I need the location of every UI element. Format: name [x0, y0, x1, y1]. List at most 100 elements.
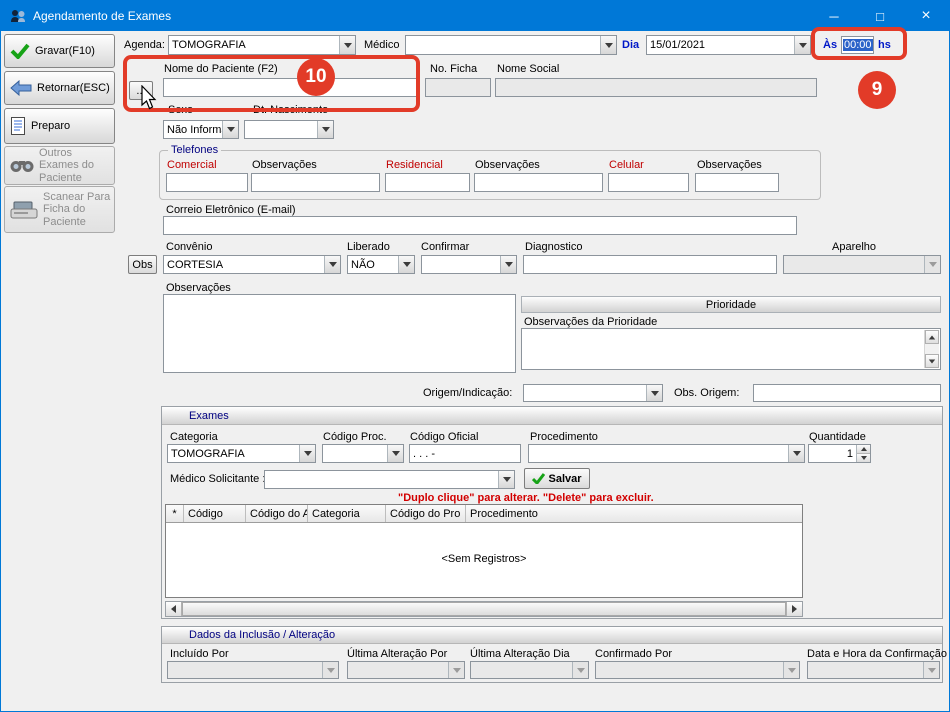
exames-grid[interactable]: * Código Código do A Categoria Código do…: [165, 504, 803, 598]
data-hora-confirmacao-select: [807, 661, 940, 679]
diagnostico-input[interactable]: [523, 255, 777, 274]
comercial-input[interactable]: [166, 173, 248, 192]
scroll-left-icon[interactable]: [166, 602, 182, 616]
quantidade-stepper[interactable]: 1: [808, 444, 871, 463]
chevron-down-icon[interactable]: [299, 445, 315, 462]
salvar-button[interactable]: Salvar: [524, 468, 590, 489]
residencial-input[interactable]: [385, 173, 470, 192]
medico-label: Médico: [364, 39, 399, 51]
maximize-icon: □: [876, 9, 884, 24]
chevron-down-icon[interactable]: [794, 36, 810, 54]
chevron-down-icon[interactable]: [600, 36, 616, 54]
sexo-select[interactable]: Não Informa: [163, 120, 239, 139]
dia-date-select[interactable]: 15/01/2021: [646, 35, 811, 55]
celular-obs-label: Observações: [697, 159, 762, 171]
email-input[interactable]: [163, 216, 797, 235]
chevron-down-icon[interactable]: [646, 385, 662, 401]
procedimento-select[interactable]: [528, 444, 805, 463]
categoria-label: Categoria: [170, 431, 218, 443]
liberado-select[interactable]: NÃO: [347, 255, 415, 274]
chevron-down-icon[interactable]: [317, 121, 333, 138]
mouse-cursor: [141, 85, 159, 111]
preparo-button-label: Preparo: [31, 120, 70, 133]
outros-exames-button[interactable]: Outros Exames do Paciente: [4, 146, 115, 185]
confirmar-select[interactable]: [421, 255, 517, 274]
retornar-button[interactable]: Retornar(ESC): [4, 71, 115, 105]
gravar-button-label: Gravar(F10): [35, 45, 95, 58]
comercial-label: Comercial: [167, 159, 217, 171]
prioridade-obs-label: Observações da Prioridade: [524, 316, 657, 328]
codigo-oficial-input[interactable]: . . . -: [409, 444, 521, 463]
codigo-proc-select[interactable]: [322, 444, 404, 463]
medico-select-value: [406, 36, 600, 54]
medico-select[interactable]: [405, 35, 617, 55]
prioridade-obs-textarea[interactable]: [521, 328, 941, 370]
medico-solicitante-label: Médico Solicitante :: [170, 473, 265, 485]
confirmar-label: Confirmar: [421, 241, 469, 253]
ultima-alteracao-por-select: [347, 661, 465, 679]
scroll-right-icon[interactable]: [786, 602, 802, 616]
obs-button[interactable]: Obs: [128, 255, 157, 274]
annotation-badge-9-number: 9: [872, 79, 883, 101]
agenda-select[interactable]: TOMOGRAFIA: [168, 35, 356, 55]
spin-down-icon[interactable]: [857, 453, 870, 462]
celular-input[interactable]: [608, 173, 689, 192]
spin-up-icon[interactable]: [857, 445, 870, 453]
dia-label: Dia: [622, 39, 639, 51]
annotation-badge-10: 10: [297, 58, 335, 96]
dados-inclusao-title: Dados da Inclusão / Alteração: [189, 629, 335, 641]
chevron-down-icon[interactable]: [788, 445, 804, 462]
observacoes-textarea[interactable]: [163, 294, 516, 373]
chevron-down-icon[interactable]: [498, 471, 514, 488]
chevron-down-icon[interactable]: [339, 36, 355, 54]
grid-column-codigo[interactable]: Código: [184, 505, 246, 522]
chevron-down-icon: [322, 662, 338, 678]
chevron-down-icon[interactable]: [500, 256, 516, 273]
data-hora-confirmacao-label: Data e Hora da Confirmação: [807, 648, 947, 660]
chevron-down-icon[interactable]: [222, 121, 238, 138]
hscrollbar-thumb[interactable]: [182, 602, 786, 616]
categoria-select[interactable]: TOMOGRAFIA: [167, 444, 316, 463]
grid-column-categoria[interactable]: Categoria: [308, 505, 386, 522]
origem-select-value: [524, 385, 646, 401]
grid-column-procedimento[interactable]: Procedimento: [466, 505, 802, 522]
origem-select[interactable]: [523, 384, 663, 402]
quantidade-value: 1: [809, 445, 856, 462]
residencial-label: Residencial: [386, 159, 443, 171]
sexo-select-value: Não Informa: [164, 121, 222, 138]
scanear-button[interactable]: Scanear Para Ficha do Paciente: [4, 186, 115, 233]
grid-column-codigo-do-pro[interactable]: Código do Pro: [386, 505, 466, 522]
scroll-up-icon[interactable]: [925, 330, 939, 344]
agendamento-exames-window: Agendamento de Exames ─ □ × Gravar(F10) …: [0, 0, 950, 712]
chevron-down-icon[interactable]: [398, 256, 414, 273]
exames-grid-hscrollbar[interactable]: [165, 601, 803, 617]
comercial-obs-input[interactable]: [251, 173, 380, 192]
quantidade-label: Quantidade: [809, 431, 866, 443]
dt-nascimento-select[interactable]: [244, 120, 334, 139]
telefones-groupbox: Telefones Comercial Observações Residenc…: [159, 150, 821, 200]
confirmado-por-select: [595, 661, 800, 679]
codigo-oficial-input-value: . . . -: [413, 448, 435, 460]
app-icon: [10, 8, 26, 24]
minimize-icon: ─: [829, 9, 838, 24]
scroll-down-icon[interactable]: [925, 354, 939, 368]
dados-inclusao-panel: Dados da Inclusão / Alteração Incluído P…: [161, 626, 943, 683]
convenio-label: Convênio: [166, 241, 212, 253]
codigo-proc-select-value: [323, 445, 387, 462]
obs-origem-input[interactable]: [753, 384, 941, 402]
chevron-down-icon: [572, 662, 588, 678]
celular-obs-input[interactable]: [695, 173, 779, 192]
chevron-down-icon: [783, 662, 799, 678]
residencial-obs-input[interactable]: [474, 173, 603, 192]
medico-solicitante-select[interactable]: [264, 470, 515, 489]
grid-column-codigo-do-a[interactable]: Código do A: [246, 505, 308, 522]
convenio-select[interactable]: CORTESIA: [163, 255, 341, 274]
gravar-button[interactable]: Gravar(F10): [4, 34, 115, 68]
close-button[interactable]: ×: [903, 1, 949, 31]
prioridade-scrollbar[interactable]: [924, 330, 939, 368]
chevron-down-icon[interactable]: [324, 256, 340, 273]
grid-hint-text: "Duplo clique" para alterar. "Delete" pa…: [398, 492, 654, 504]
agenda-select-value: TOMOGRAFIA: [169, 36, 339, 54]
preparo-button[interactable]: Preparo: [4, 108, 115, 144]
chevron-down-icon[interactable]: [387, 445, 403, 462]
